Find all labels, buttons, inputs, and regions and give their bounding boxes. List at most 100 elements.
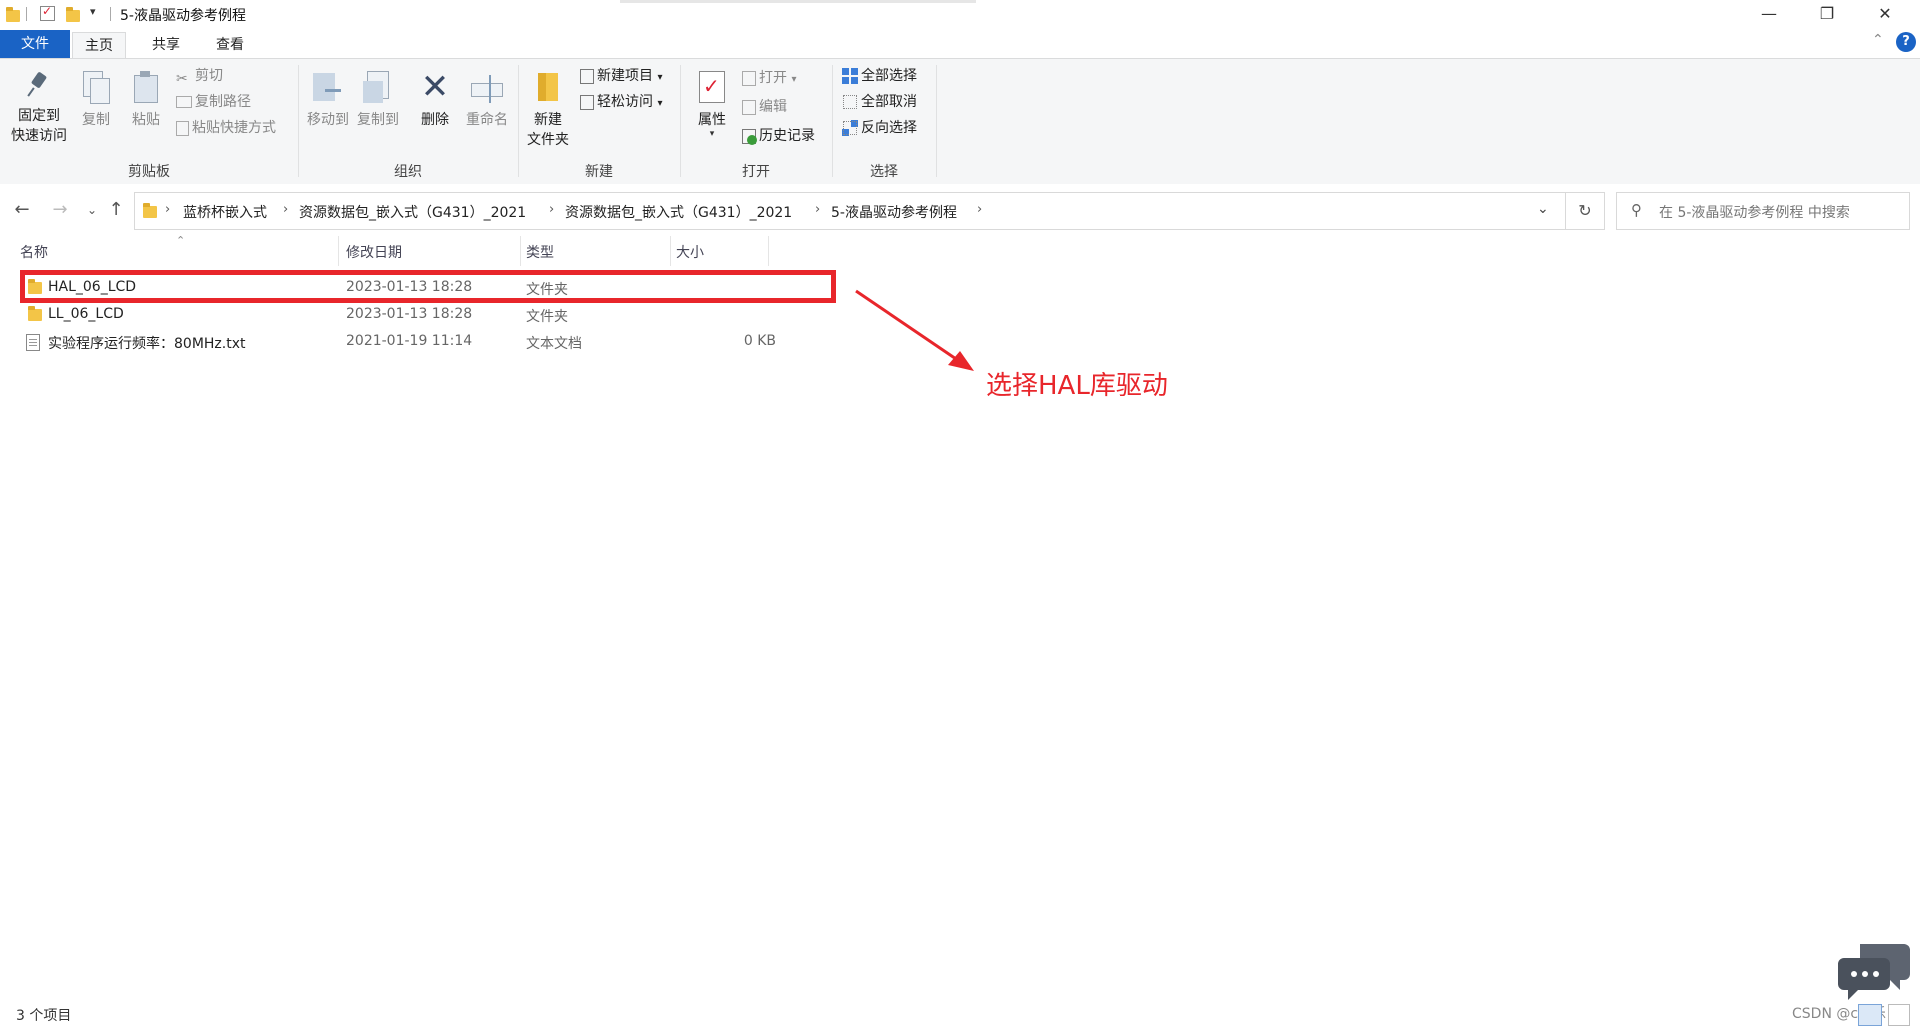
rename-icon [471, 71, 503, 103]
sort-ascending-icon: ⌃ [176, 234, 186, 247]
list-item[interactable]: 实验程序运行频率：80MHz.txt 2021-01-19 11:14 文本文档… [14, 328, 844, 355]
copy-label: 复制 [82, 112, 110, 128]
pin-label-1: 固定到 [18, 108, 60, 124]
rename-label: 重命名 [466, 112, 508, 128]
delete-button[interactable]: ✕ 删除 [414, 70, 456, 129]
move-to-button[interactable]: 移动到 [304, 71, 352, 129]
column-header-name[interactable]: 名称 [20, 242, 48, 262]
breadcrumb-item[interactable]: 5-液晶驱动参考例程 [831, 202, 957, 222]
delete-label: 删除 [421, 112, 449, 128]
up-arrow-icon[interactable]: ↑ [104, 198, 128, 222]
minimize-button[interactable]: — [1746, 0, 1792, 28]
pin-to-quick-access-button[interactable]: 固定到 快速访问 [6, 71, 72, 145]
new-folder-button[interactable]: 新建 文件夹 [522, 71, 574, 149]
new-folder-icon [534, 71, 562, 103]
tab-view[interactable]: 查看 [204, 32, 256, 58]
navigation-bar: ← → ⌄ ↑ › 蓝桥杯嵌入式 › 资源数据包_嵌入式（G431）_2021 … [0, 184, 1920, 236]
title-bar: ✓ ▾ 5-液晶驱动参考例程 — ❐ ✕ [0, 0, 1920, 28]
select-none-label: 全部取消 [861, 94, 917, 110]
select-group-label: 选择 [870, 164, 898, 180]
cut-button[interactable]: ✂ 剪切 [176, 65, 223, 87]
new-folder-quick-icon[interactable] [64, 6, 80, 22]
column-separator[interactable] [670, 236, 671, 266]
copy-to-button[interactable]: 复制到 [354, 71, 402, 129]
select-all-label: 全部选择 [861, 68, 917, 84]
new-item-button[interactable]: 新建项目 ▾ [580, 65, 662, 87]
breadcrumb-separator[interactable]: › [549, 202, 554, 217]
breadcrumb-item[interactable]: 资源数据包_嵌入式（G431）_2021 [299, 202, 526, 222]
annotation-text: 选择HAL库驱动 [986, 371, 1168, 401]
address-bar[interactable]: › 蓝桥杯嵌入式 › 资源数据包_嵌入式（G431）_2021 › 资源数据包_… [134, 192, 1566, 230]
breadcrumb-separator[interactable]: › [165, 202, 170, 217]
organize-group-label: 组织 [394, 164, 422, 180]
pin-label-2: 快速访问 [11, 128, 67, 144]
help-icon[interactable]: ? [1896, 32, 1916, 52]
open-group-label: 打开 [742, 164, 770, 180]
column-header-modified[interactable]: 修改日期 [346, 242, 402, 262]
column-separator[interactable] [768, 236, 769, 266]
file-modified: 2021-01-19 11:14 [346, 333, 473, 349]
divider [26, 7, 27, 21]
column-header-type[interactable]: 类型 [526, 242, 554, 262]
properties-quick-icon[interactable]: ✓ [40, 4, 55, 21]
copy-path-button[interactable]: 复制路径 [176, 91, 251, 113]
large-icons-view-icon[interactable] [1888, 1004, 1910, 1026]
breadcrumb-separator[interactable]: › [815, 202, 820, 217]
window-title: 5-液晶驱动参考例程 [120, 8, 246, 24]
details-view-icon[interactable] [1858, 1004, 1882, 1026]
search-box[interactable]: ⚲ 在 5-液晶驱动参考例程 中搜索 [1616, 192, 1910, 230]
copy-icon [83, 71, 110, 104]
paste-icon [132, 71, 160, 103]
edit-icon [742, 99, 756, 115]
history-button[interactable]: 历史记录 [742, 125, 815, 147]
address-dropdown-icon[interactable]: ⌄ [1537, 201, 1549, 217]
group-separator [936, 65, 937, 177]
highlight-box [20, 270, 836, 303]
cut-label: 剪切 [195, 68, 223, 84]
paste-shortcut-button[interactable]: 粘贴快捷方式 [176, 117, 276, 139]
properties-label: 属性 [698, 112, 726, 128]
edit-button[interactable]: 编辑 [742, 96, 787, 118]
column-header-size[interactable]: 大小 [676, 242, 704, 262]
copy-path-icon [176, 96, 192, 108]
tab-share[interactable]: 共享 [140, 32, 192, 58]
copy-path-label: 复制路径 [195, 94, 251, 110]
new-group-label: 新建 [585, 164, 613, 180]
restore-button[interactable]: ❐ [1804, 0, 1850, 28]
back-arrow-icon[interactable]: ← [10, 198, 34, 222]
select-none-button[interactable]: 全部取消 [842, 91, 917, 113]
list-item[interactable]: LL_06_LCD 2023-01-13 18:28 文件夹 [14, 301, 844, 328]
close-button[interactable]: ✕ [1862, 0, 1908, 28]
copy-button[interactable]: 复制 [76, 71, 116, 129]
column-separator[interactable] [338, 236, 339, 266]
easy-access-label: 轻松访问 [597, 94, 653, 110]
properties-button[interactable]: ✓ 属性 ▾ [690, 71, 734, 139]
file-type: 文件夹 [526, 309, 568, 325]
refresh-icon[interactable]: ↻ [1566, 192, 1605, 230]
paste-button[interactable]: 粘贴 [124, 71, 168, 129]
open-button[interactable]: 打开 ▾ [742, 67, 796, 89]
tab-file[interactable]: 文件 [0, 30, 70, 58]
breadcrumb-separator[interactable]: › [283, 202, 288, 217]
collapse-ribbon-icon[interactable]: ⌃ [1872, 32, 1884, 48]
drag-shadow [620, 0, 976, 3]
breadcrumb-separator[interactable]: › [977, 202, 982, 217]
forward-arrow-icon[interactable]: → [48, 198, 72, 222]
chat-bubble-icon[interactable] [1838, 940, 1912, 1004]
recent-locations-icon[interactable]: ⌄ [80, 198, 104, 222]
breadcrumb-item[interactable]: 资源数据包_嵌入式（G431）_2021 [565, 202, 792, 222]
easy-access-button[interactable]: 轻松访问 ▾ [580, 91, 662, 113]
rename-button[interactable]: 重命名 [462, 71, 512, 129]
tab-home[interactable]: 主页 [72, 32, 126, 59]
invert-selection-button[interactable]: 反向选择 [842, 117, 917, 139]
customize-quick-access-icon[interactable]: ▾ [90, 5, 96, 18]
paste-shortcut-icon [176, 120, 189, 136]
select-all-button[interactable]: 全部选择 [842, 65, 917, 87]
annotation-arrow-icon [855, 289, 974, 371]
search-input[interactable]: 在 5-液晶驱动参考例程 中搜索 [1659, 202, 1850, 222]
search-icon: ⚲ [1631, 201, 1642, 219]
column-separator[interactable] [520, 236, 521, 266]
ribbon-tabs: 文件 主页 共享 查看 ⌃ ? [0, 28, 1920, 59]
breadcrumb-item[interactable]: 蓝桥杯嵌入式 [183, 202, 267, 222]
folder-icon [4, 6, 20, 22]
